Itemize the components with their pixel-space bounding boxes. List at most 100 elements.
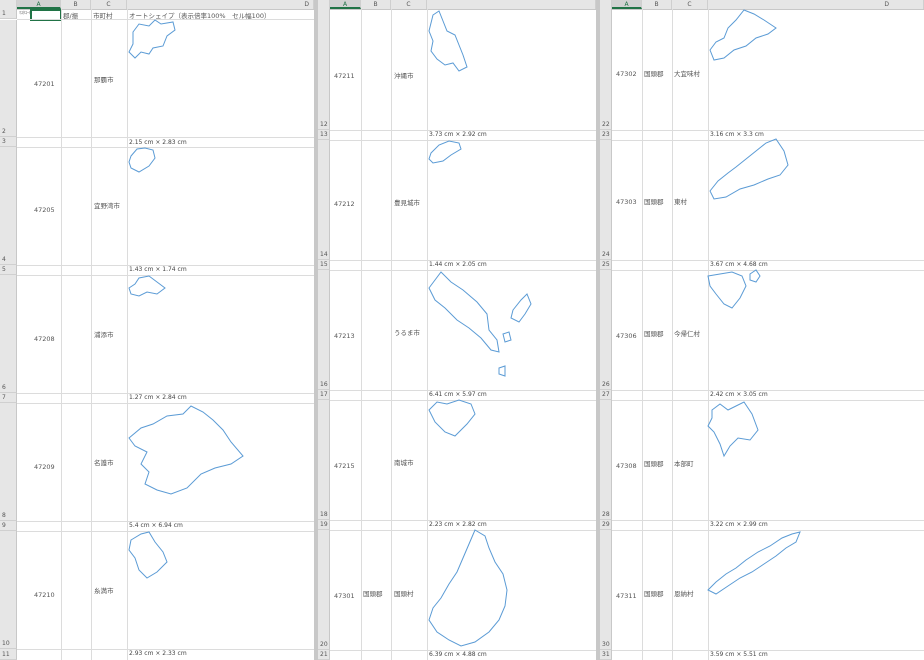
dimension-cell[interactable]: 6.41 cm × 5.97 cm: [429, 391, 487, 398]
row-header[interactable]: 6: [0, 275, 17, 393]
row-header[interactable]: 29: [600, 520, 612, 530]
city-cell[interactable]: 宜野湾市: [94, 200, 120, 210]
municipality-shape[interactable]: [706, 6, 782, 64]
row-header[interactable]: 26: [600, 270, 612, 390]
dimension-cell[interactable]: 1.27 cm × 2.84 cm: [129, 394, 187, 401]
row-header[interactable]: 31: [600, 650, 612, 660]
city-cell[interactable]: 浦添市: [94, 329, 114, 339]
row-header[interactable]: 13: [318, 130, 330, 140]
row-header[interactable]: 14: [318, 140, 330, 260]
dimension-cell[interactable]: 5.4 cm × 6.94 cm: [129, 522, 183, 529]
code-cell[interactable]: 47301: [334, 592, 355, 600]
select-all-corner[interactable]: [318, 0, 330, 9]
select-all-corner[interactable]: [0, 0, 17, 9]
select-all-corner[interactable]: [600, 0, 612, 9]
column-header-d[interactable]: D: [127, 0, 314, 9]
district-cell[interactable]: 国頭郡: [644, 68, 664, 78]
row-header[interactable]: 12: [318, 9, 330, 130]
district-cell[interactable]: 国頭郡: [363, 588, 383, 598]
city-cell[interactable]: 本部町: [674, 458, 694, 468]
city-cell[interactable]: 那覇市: [94, 74, 114, 84]
city-cell[interactable]: 南城市: [394, 457, 414, 467]
row-header[interactable]: 18: [318, 400, 330, 520]
column-header-c[interactable]: C: [391, 0, 427, 9]
municipality-shape[interactable]: [127, 18, 187, 63]
row-header[interactable]: 1: [0, 9, 17, 19]
column-header-a[interactable]: A: [330, 0, 361, 9]
city-cell[interactable]: 豊見城市: [394, 197, 420, 207]
municipality-shape[interactable]: [706, 137, 792, 203]
code-cell[interactable]: 47308: [616, 462, 637, 470]
dimension-cell[interactable]: 6.39 cm × 4.88 cm: [429, 651, 487, 658]
row-header[interactable]: 23: [600, 130, 612, 140]
row-header[interactable]: 9: [0, 521, 17, 531]
column-header-c[interactable]: C: [672, 0, 708, 9]
row-header[interactable]: 30: [600, 530, 612, 650]
municipality-shape[interactable]: [127, 530, 171, 582]
district-cell[interactable]: 国頭郡: [644, 196, 664, 206]
code-cell[interactable]: 47211: [334, 72, 355, 80]
city-cell[interactable]: 東村: [674, 196, 687, 206]
row-header[interactable]: 7: [0, 393, 17, 403]
municipality-shape[interactable]: [127, 274, 171, 300]
code-cell[interactable]: 47306: [616, 332, 637, 340]
city-cell[interactable]: 国頭村: [394, 588, 414, 598]
dimension-cell[interactable]: 2.23 cm × 2.82 cm: [429, 521, 487, 528]
column-header-b[interactable]: B: [61, 0, 91, 9]
row-header[interactable]: 16: [318, 270, 330, 390]
code-cell[interactable]: 47210: [34, 591, 55, 599]
code-cell[interactable]: 47205: [34, 206, 55, 214]
column-header-d[interactable]: [427, 0, 596, 9]
code-cell[interactable]: 47215: [334, 462, 355, 470]
city-cell[interactable]: 恩納村: [674, 588, 694, 598]
sheet-pane-3[interactable]: A B C D 22 23 47302 国頭郡 大宜味村 3.16 cm × 3…: [600, 0, 924, 660]
row-header[interactable]: 22: [600, 9, 612, 130]
code-cell[interactable]: 47302: [616, 70, 637, 78]
row-header[interactable]: 19: [318, 520, 330, 530]
code-cell[interactable]: 47209: [34, 463, 55, 471]
row-header[interactable]: 4: [0, 147, 17, 265]
municipality-shape[interactable]: [127, 402, 247, 497]
city-cell[interactable]: うるま市: [394, 327, 420, 337]
municipality-shape[interactable]: [427, 9, 471, 75]
city-cell[interactable]: 糸満市: [94, 585, 114, 595]
row-header[interactable]: 21: [318, 650, 330, 660]
code-cell[interactable]: 47311: [616, 592, 637, 600]
municipality-shape[interactable]: [427, 268, 547, 383]
municipality-shape[interactable]: [706, 268, 764, 312]
municipality-shape[interactable]: [127, 146, 159, 174]
row-header[interactable]: 17: [318, 390, 330, 400]
column-header-b[interactable]: B: [361, 0, 391, 9]
code-cell[interactable]: 47212: [334, 200, 355, 208]
code-cell[interactable]: 47201: [34, 80, 55, 88]
dimension-cell[interactable]: 2.42 cm × 3.05 cm: [710, 391, 768, 398]
municipality-shape[interactable]: [427, 139, 467, 167]
row-header[interactable]: 2: [0, 20, 17, 137]
code-cell[interactable]: 47303: [616, 198, 637, 206]
city-cell[interactable]: 名護市: [94, 457, 114, 467]
municipality-shape[interactable]: [427, 398, 479, 442]
row-header[interactable]: 20: [318, 530, 330, 650]
sheet-pane-2[interactable]: A B C 12 13 47211 沖縄市 3.73 cm × 2.92 cm …: [318, 0, 596, 660]
dimension-cell[interactable]: 2.93 cm × 2.33 cm: [129, 650, 187, 657]
dimension-cell[interactable]: 1.44 cm × 2.05 cm: [429, 261, 487, 268]
column-header-b[interactable]: B: [642, 0, 672, 9]
row-header[interactable]: 10: [0, 531, 17, 649]
row-header[interactable]: 3: [0, 137, 17, 147]
column-header-a[interactable]: A: [612, 0, 642, 9]
row-header[interactable]: 25: [600, 260, 612, 270]
dimension-cell[interactable]: 3.67 cm × 4.68 cm: [710, 261, 768, 268]
city-cell[interactable]: 大宜味村: [674, 68, 700, 78]
dimension-cell[interactable]: 3.59 cm × 5.51 cm: [710, 651, 768, 658]
row-header[interactable]: 5: [0, 265, 17, 275]
row-header[interactable]: 24: [600, 140, 612, 260]
row-header[interactable]: 15: [318, 260, 330, 270]
row-header[interactable]: 8: [0, 403, 17, 521]
city-cell[interactable]: 沖縄市: [394, 70, 414, 80]
dimension-cell[interactable]: 2.15 cm × 2.83 cm: [129, 139, 187, 146]
column-header-c[interactable]: C: [91, 0, 127, 9]
code-cell[interactable]: 47213: [334, 332, 355, 340]
sheet-pane-1[interactable]: A B C D 1 ﾏｽﾀｺｰﾄﾞ 郡/振 市町村 オートシェイプ（表示倍率10…: [0, 0, 314, 660]
row-header[interactable]: 28: [600, 400, 612, 520]
column-header-a[interactable]: A: [17, 0, 61, 9]
